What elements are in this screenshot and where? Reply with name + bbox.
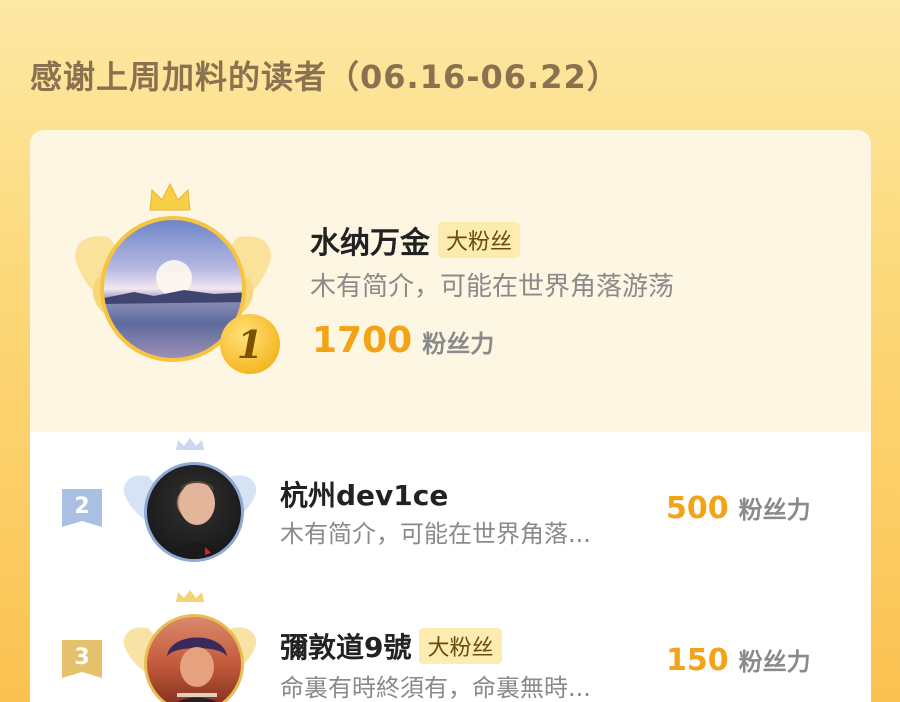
rank-3-ribbon-icon: 3 [62, 640, 102, 678]
rank-1-badge: 1 [220, 314, 280, 374]
reader-score-row: 150 粉丝力 [666, 642, 811, 678]
rank-2-ribbon-icon: 2 [62, 489, 102, 527]
reader-2-avatar-frame[interactable] [120, 438, 260, 568]
reader-3-avatar [144, 614, 244, 702]
reader-bio: 木有简介，可能在世界角落游荡 [310, 272, 675, 302]
reader-score-row: 500 粉丝力 [666, 490, 811, 526]
reader-2-name-row: 杭州dev1ce [280, 474, 448, 514]
reader-score: 1700 [312, 320, 413, 361]
reader-bio: 木有简介，可能在世界角落... [280, 520, 591, 548]
score-unit: 粉丝力 [422, 330, 495, 358]
rank-3-number: 3 [74, 645, 89, 670]
reader-bio: 命裏有時終須有，命裏無時... [280, 674, 591, 702]
reader-2-avatar [144, 462, 244, 562]
crown-icon [149, 182, 191, 211]
reader-3-avatar-frame[interactable] [120, 590, 260, 702]
reader-name[interactable]: 彌敦道9號 [280, 626, 411, 666]
reader-name[interactable]: 水纳万金 [310, 218, 430, 262]
reader-score: 150 [666, 643, 729, 678]
score-unit: 粉丝力 [738, 648, 811, 676]
fan-tag: 大粉丝 [438, 222, 521, 258]
fan-tag: 大粉丝 [419, 628, 502, 664]
leaderboard-card: 1 水纳万金 大粉丝 木有简介，可能在世界角落游荡 1700 粉丝力 2 杭州d… [30, 130, 871, 702]
top-reader-avatar-frame[interactable]: 1 [68, 182, 280, 374]
reader-name[interactable]: 杭州dev1ce [280, 474, 448, 514]
top-reader-name-row: 水纳万金 大粉丝 [310, 218, 521, 262]
reader-score: 500 [666, 491, 729, 526]
score-unit: 粉丝力 [738, 496, 811, 524]
page-title: 感谢上周加料的读者（06.16-06.22） [30, 58, 620, 96]
rank-2-number: 2 [74, 494, 89, 519]
reader-score-row: 1700 粉丝力 [312, 320, 494, 361]
reader-3-name-row: 彌敦道9號 大粉丝 [280, 626, 502, 666]
